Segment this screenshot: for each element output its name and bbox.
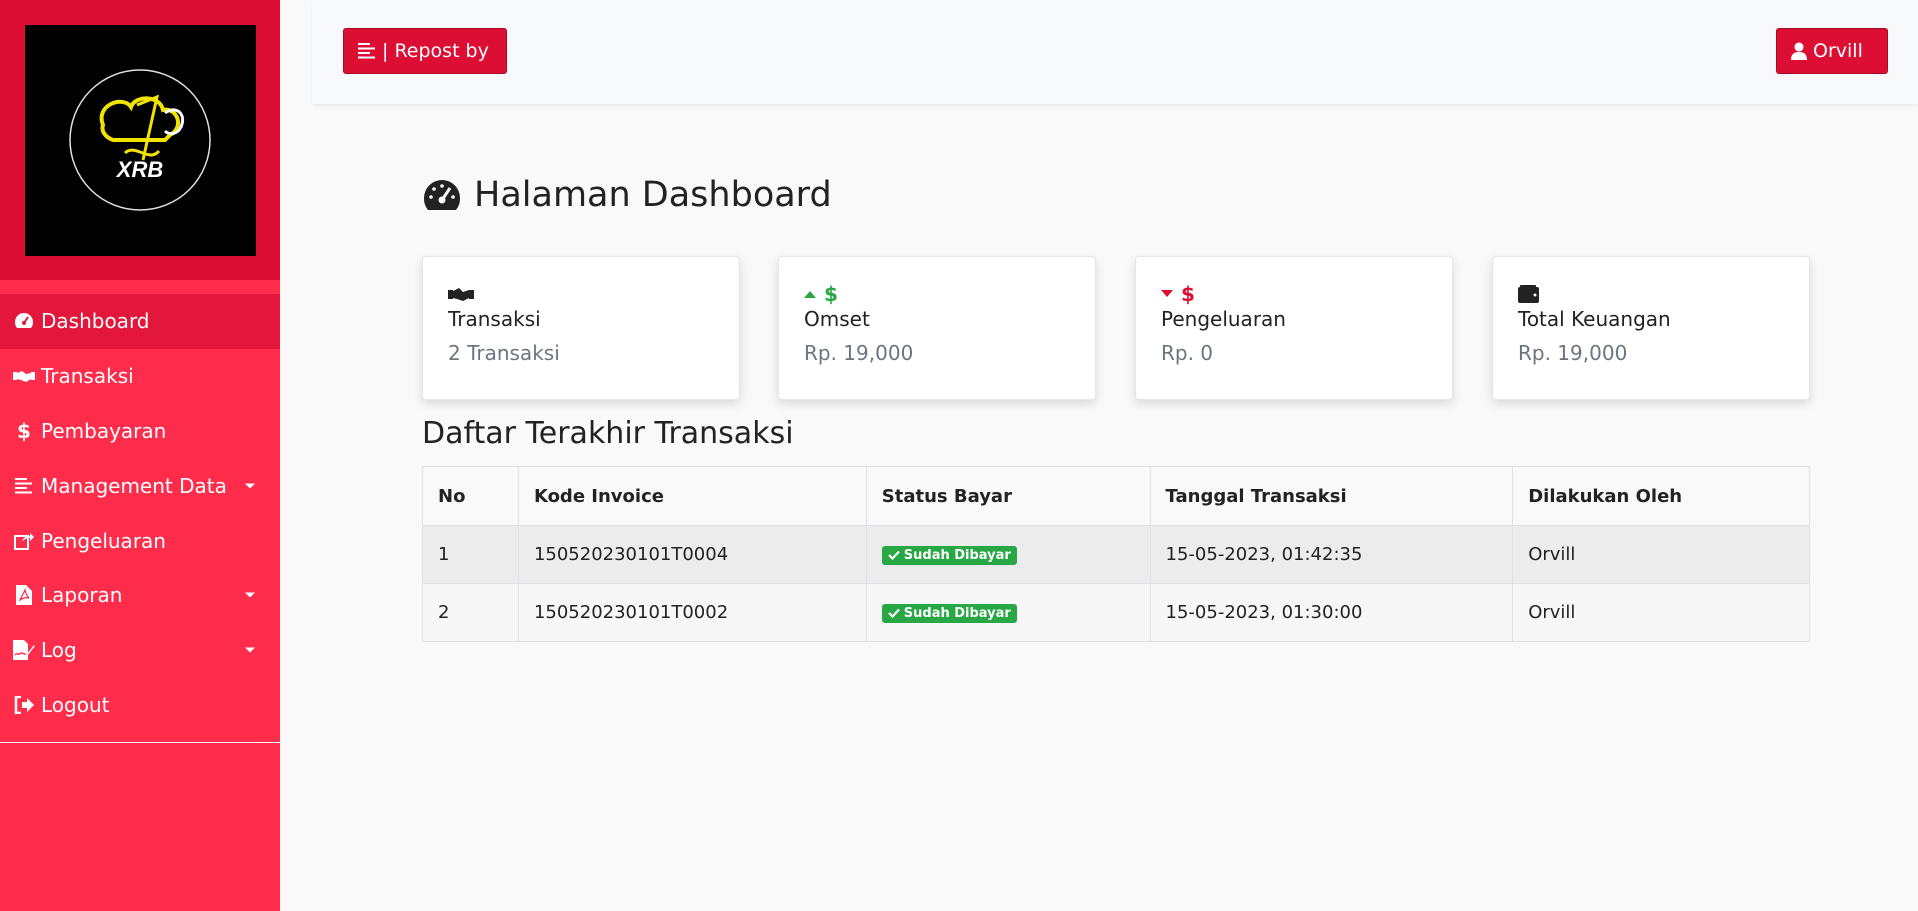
card-value: 2 Transaksi [448,341,560,365]
page-title-text: Halaman Dashboard [474,175,832,215]
align-left-icon [13,475,35,497]
card-label: Omset [804,307,870,331]
cell-no: 1 [422,525,519,584]
sidebar-item-laporan[interactable]: Laporan [0,568,280,623]
sidebar-item-transaksi[interactable]: Transaksi [0,349,280,404]
check-icon [887,608,900,618]
card-transaksi: Transaksi 2 Transaksi [422,256,740,400]
topbar: | Repost by Orvill [312,0,1918,104]
sidebar-item-label: Log [41,638,77,663]
card-pengeluaran: $ Pengeluaran Rp. 0 [1135,256,1453,400]
status-badge: Sudah Dibayar [881,603,1017,623]
repost-label: | Repost by [382,40,489,62]
repost-button[interactable]: | Repost by [343,28,507,74]
sidebar-item-label: Laporan [41,583,123,608]
file-signature-icon [13,639,35,661]
card-label: Transaksi [448,307,541,331]
logo-area: XRB [0,0,280,280]
sidebar-item-label: Transaksi [41,364,134,389]
wallet-icon [1518,283,1784,305]
column-header[interactable]: Status Bayar [865,466,1151,526]
sidebar-item-label: Logout [41,692,110,717]
sidebar-item-logout[interactable]: Logout [0,678,280,733]
caret-up-dollar-icon: $ [804,282,1070,306]
sidebar-item-management-data[interactable]: Management Data [0,458,280,513]
sidebar-item-label: Management Data [41,473,227,498]
gauge-icon [422,178,462,212]
column-header[interactable]: No [422,466,519,526]
chef-hat-logo-icon: XRB [69,69,211,211]
summary-cards: Transaksi 2 Transaksi $ Omset Rp. 19,000… [422,256,1810,400]
column-header[interactable]: Tanggal Transaksi [1149,466,1514,526]
dollar-icon: $ [17,418,31,443]
card-value: Rp. 19,000 [804,341,914,365]
sidebar-nav: Dashboard Transaksi $ Pembayaran Managem… [0,294,280,732]
caret-down-icon [1161,290,1173,297]
status-badge: Sudah Dibayar [881,545,1017,565]
cell-status: Sudah Dibayar [865,583,1151,642]
caret-down-icon [245,647,255,653]
transactions-table: No Kode Invoice Status Bayar Tanggal Tra… [422,466,1810,642]
card-omset: $ Omset Rp. 19,000 [778,256,1096,400]
column-header[interactable]: Kode Invoice [517,466,867,526]
caret-down-dollar-icon: $ [1161,282,1427,306]
logo: XRB [24,24,256,256]
sidebar: XRB Dashboard Transaksi $ Pembayaran Man… [0,0,280,911]
cell-no: 2 [422,583,519,642]
align-left-icon [358,43,376,59]
caret-down-icon [245,592,255,598]
table-header-row: No Kode Invoice Status Bayar Tanggal Tra… [422,466,1810,526]
card-total-keuangan: Total Keuangan Rp. 19,000 [1492,256,1810,400]
column-header[interactable]: Dilakukan Oleh [1512,466,1810,526]
status-text: Sudah Dibayar [903,547,1011,563]
sidebar-item-dashboard[interactable]: Dashboard [0,294,280,349]
sidebar-item-pembayaran[interactable]: $ Pembayaran [0,404,280,459]
table-row[interactable]: 1 150520230101T0004 Sudah Dibayar 15-05-… [422,525,1810,584]
sign-out-icon [13,694,35,716]
card-label: Total Keuangan [1518,307,1671,331]
user-icon [1791,42,1807,60]
sidebar-divider [0,742,280,744]
handshake-icon [448,283,714,305]
sidebar-item-pengeluaran[interactable]: Pengeluaran [0,513,280,568]
sidebar-item-label: Dashboard [41,309,150,334]
caret-down-icon [245,483,255,489]
card-label: Pengeluaran [1161,307,1286,331]
gauge-icon [13,310,35,332]
card-value: Rp. 0 [1161,341,1214,365]
cell-invoice: 150520230101T0002 [517,583,867,642]
dollar-icon: $ [824,282,838,306]
handshake-icon [13,365,35,387]
file-pdf-icon [13,584,35,606]
cell-status: Sudah Dibayar [865,525,1151,584]
page-title: Halaman Dashboard [422,170,1810,220]
svg-text:XRB: XRB [115,157,164,182]
sidebar-item-label: Pengeluaran [41,528,166,553]
user-name: Orvill [1813,40,1863,62]
main-content: Halaman Dashboard Transaksi 2 Transaksi … [422,170,1810,642]
sidebar-item-log[interactable]: Log [0,623,280,678]
card-value: Rp. 19,000 [1518,341,1628,365]
cell-by: Orvill [1512,583,1810,642]
dollar-icon: $ [1181,282,1195,306]
status-text: Sudah Dibayar [903,605,1011,621]
cell-date: 15-05-2023, 01:42:35 [1149,525,1514,584]
check-icon [887,550,900,560]
table-row[interactable]: 2 150520230101T0002 Sudah Dibayar 15-05-… [422,583,1810,642]
section-title: Daftar Terakhir Transaksi [422,416,794,451]
cell-by: Orvill [1512,525,1810,584]
cell-date: 15-05-2023, 01:30:00 [1149,583,1514,642]
caret-up-icon [804,291,816,298]
cell-invoice: 150520230101T0004 [517,525,867,584]
share-square-icon [13,530,35,552]
sidebar-item-label: Pembayaran [41,418,167,443]
user-button[interactable]: Orvill [1776,28,1888,74]
